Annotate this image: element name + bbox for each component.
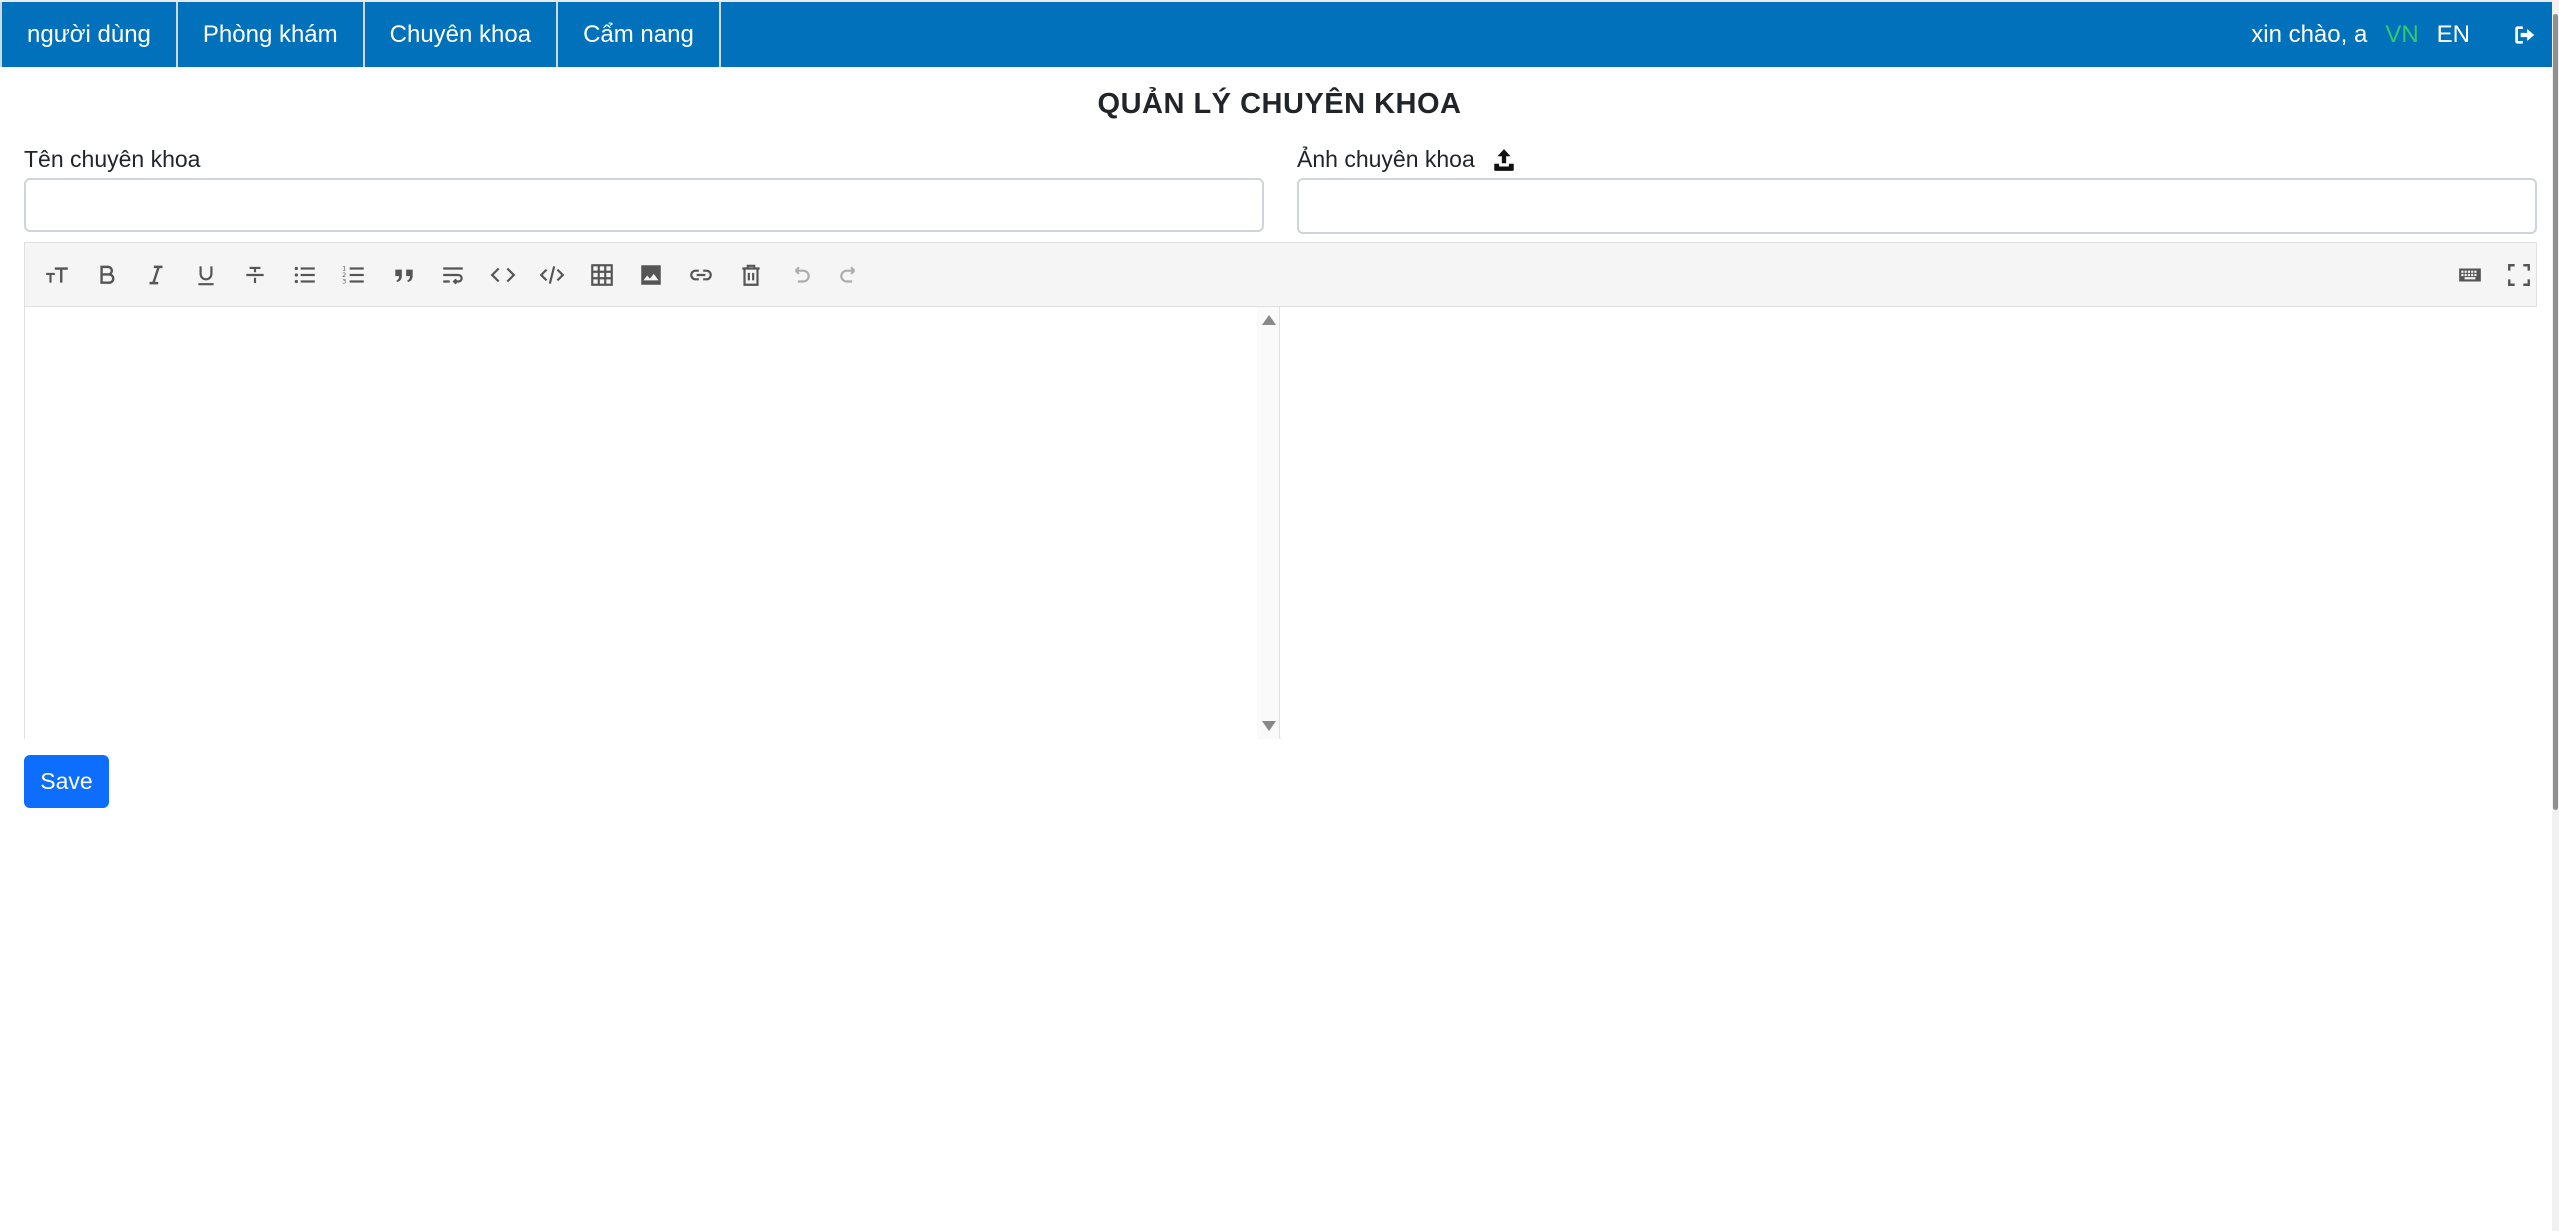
specialty-image-input[interactable] [1297,178,2537,234]
unordered-list-icon[interactable] [289,259,321,291]
language-en[interactable]: EN [2437,21,2470,49]
quote-icon[interactable] [388,259,420,291]
editor-pane-scrollbar[interactable] [1257,307,1279,739]
link-icon[interactable] [685,259,717,291]
underline-icon[interactable] [190,259,222,291]
keyboard-icon[interactable] [2454,259,2486,291]
user-area: xin chào, a VN EN [2251,2,2552,67]
specialty-name-input[interactable] [24,178,1264,232]
code-block-icon[interactable] [536,259,568,291]
markdown-editor: 123 [24,242,2537,739]
nav-item-clinics[interactable]: Phòng khám [178,2,365,67]
top-nav-bar: người dùng Phòng khám Chuyên khoa Cẩm na… [0,0,2552,67]
save-button[interactable]: Save [24,755,109,808]
nav-item-handbook[interactable]: Cẩm nang [558,2,721,67]
scroll-down-arrow-icon[interactable] [1262,721,1276,731]
undo-icon[interactable] [784,259,816,291]
page-scrollbar-thumb[interactable] [2553,14,2558,810]
image-icon[interactable] [635,259,667,291]
sign-out-icon[interactable] [2512,22,2538,48]
ordered-list-icon[interactable]: 123 [338,259,370,291]
editor-toolbar: 123 [25,243,2536,307]
clear-icon[interactable] [735,259,767,291]
redo-icon[interactable] [834,259,866,291]
nav-item-specialties[interactable]: Chuyên khoa [365,2,559,67]
italic-icon[interactable] [140,259,172,291]
font-size-icon[interactable] [41,259,73,291]
scroll-up-arrow-icon[interactable] [1262,315,1276,325]
nav-item-users[interactable]: người dùng [0,2,178,67]
page-title: QUẢN LÝ CHUYÊN KHOA [1097,88,1462,120]
language-vn[interactable]: VN [2385,21,2418,49]
specialty-image-label-wrap: Ảnh chuyên khoa [1297,146,1517,173]
wrap-icon[interactable] [437,259,469,291]
fullscreen-icon[interactable] [2503,259,2535,291]
svg-text:3: 3 [342,278,346,286]
inline-code-icon[interactable] [487,259,519,291]
markdown-input-pane[interactable] [25,307,1280,739]
markdown-preview-pane [1281,307,2537,739]
table-icon[interactable] [586,259,618,291]
specialty-name-label: Tên chuyên khoa [24,146,201,172]
strikethrough-icon[interactable] [239,259,271,291]
specialty-image-label: Ảnh chuyên khoa [1297,146,1475,172]
greeting-text: xin chào, a [2251,20,2368,48]
upload-icon[interactable] [1491,147,1517,173]
bold-icon[interactable] [91,259,123,291]
